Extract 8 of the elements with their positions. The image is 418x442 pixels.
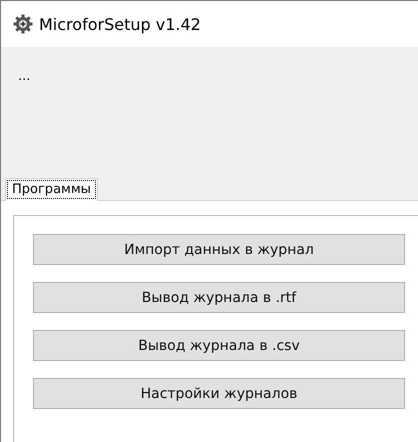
tab[interactable]: Программы [5,178,98,201]
window-title: MicroforSetup v1.42 [39,14,201,34]
gear-icon [13,14,33,34]
action-button[interactable]: Импорт данных в журнал [33,234,405,265]
action-button[interactable]: Настройки журналов [33,378,405,409]
status-text: ... [18,69,30,84]
action-button[interactable]: Вывод журнала в .rtf [33,282,405,313]
action-button[interactable]: Вывод журнала в .csv [33,330,405,361]
